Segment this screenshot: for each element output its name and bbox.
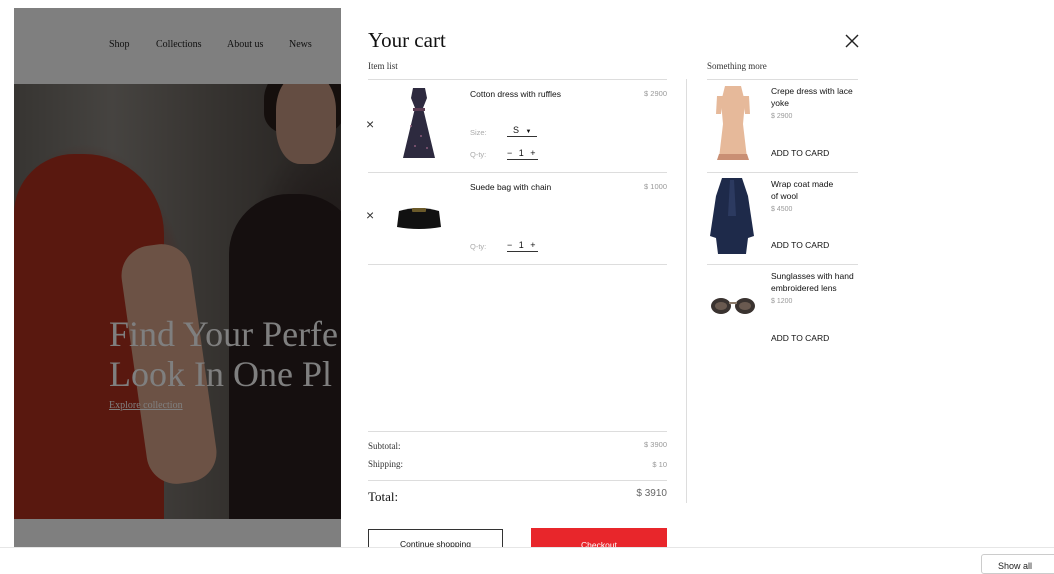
total-label: Total: xyxy=(368,489,399,504)
remove-item-button[interactable]: × xyxy=(366,116,374,132)
modal-overlay[interactable] xyxy=(14,8,341,547)
divider xyxy=(368,264,667,265)
recommendation-name-line: Sunglasses with hand xyxy=(771,271,854,281)
recommendation-name[interactable]: Wrap coat made of wool xyxy=(771,178,833,202)
cart-item-image[interactable] xyxy=(401,86,437,162)
recommendation-name-line: Crepe dress with lace xyxy=(771,86,853,96)
shipping-label: Shipping: xyxy=(368,459,404,469)
divider xyxy=(368,431,667,432)
size-select[interactable]: S ▼ xyxy=(507,125,538,137)
recommendation-name-line: of wool xyxy=(771,191,798,201)
recommendation-price: $ 1200 xyxy=(771,298,793,305)
item-list-label: Item list xyxy=(368,61,398,71)
cart-item-name[interactable]: Cotton dress with ruffles xyxy=(470,89,561,99)
recommendation-image[interactable] xyxy=(708,176,756,256)
something-more-label: Something more xyxy=(707,61,767,71)
add-to-cart-button[interactable]: ADD TO CARD xyxy=(771,148,829,158)
divider xyxy=(707,79,858,80)
recommendation-name[interactable]: Sunglasses with hand embroidered lens xyxy=(771,270,854,294)
column-divider xyxy=(686,79,687,503)
recommendation-name[interactable]: Crepe dress with lace yoke xyxy=(771,85,853,109)
recommendation-name-line: Wrap coat made xyxy=(771,179,834,189)
recommendation-name-line: yoke xyxy=(771,98,789,108)
recommendation-price: $ 2900 xyxy=(771,113,793,120)
shipping-value: $ 10 xyxy=(652,460,667,469)
size-label: Size: xyxy=(470,128,487,137)
download-bar xyxy=(0,547,1054,570)
qty-label: Q-ty: xyxy=(470,242,487,251)
size-value: S xyxy=(513,125,520,135)
divider xyxy=(368,79,667,80)
remove-item-button[interactable]: × xyxy=(366,207,374,223)
recommendation-image[interactable] xyxy=(713,84,753,162)
cart-item-name[interactable]: Suede bag with chain xyxy=(470,182,551,192)
qty-label: Q-ty: xyxy=(470,150,487,159)
quantity-stepper[interactable]: − 1 + xyxy=(507,240,538,252)
cart-title: Your cart xyxy=(368,28,446,52)
total-value: $ 3910 xyxy=(636,488,667,499)
recommendation-name-line: embroidered lens xyxy=(771,283,837,293)
subtotal-label: Subtotal: xyxy=(368,441,401,451)
cart-panel: Your cart Item list Something more × Cot… xyxy=(341,8,885,559)
show-all-button[interactable]: Show all xyxy=(981,554,1054,574)
recommendation-image[interactable] xyxy=(709,294,757,316)
divider xyxy=(368,172,667,173)
quantity-stepper[interactable]: − 1 + xyxy=(507,148,538,160)
cart-item-price: $ 2900 xyxy=(644,89,667,98)
add-to-cart-button[interactable]: ADD TO CARD xyxy=(771,240,829,250)
divider xyxy=(707,172,858,173)
close-icon[interactable] xyxy=(843,32,861,50)
cart-item-price: $ 1000 xyxy=(644,182,667,191)
cart-item-image[interactable] xyxy=(394,203,444,231)
subtotal-value: $ 3900 xyxy=(644,440,667,449)
divider xyxy=(707,264,858,265)
divider xyxy=(368,480,667,481)
chevron-down-icon: ▼ xyxy=(525,129,532,135)
add-to-cart-button[interactable]: ADD TO CARD xyxy=(771,333,829,343)
recommendation-price: $ 4500 xyxy=(771,206,793,213)
